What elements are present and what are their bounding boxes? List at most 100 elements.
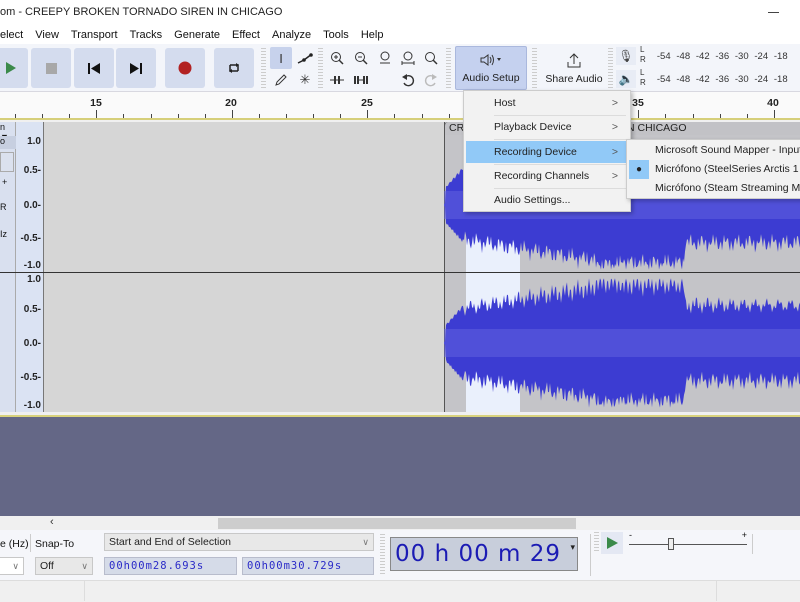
scale-label: 0.5- bbox=[23, 165, 41, 176]
fit-project-button[interactable] bbox=[397, 47, 419, 69]
fit-selection-button[interactable] bbox=[374, 47, 396, 69]
empty-track-area[interactable] bbox=[0, 415, 800, 516]
device-option[interactable]: Microsoft Sound Mapper - Input bbox=[627, 141, 800, 160]
menu-tracks[interactable]: Tracks bbox=[124, 26, 169, 44]
menu-bar: elect View Transport Tracks Generate Eff… bbox=[0, 26, 800, 44]
snap-to-label: Snap-To bbox=[35, 538, 75, 550]
minimize-icon[interactable] bbox=[768, 6, 782, 16]
playback-meter[interactable]: 🔈 LR -54 -48 -42 -36 -30 -24 -18 bbox=[614, 68, 800, 90]
divider bbox=[30, 534, 31, 552]
redo-button[interactable] bbox=[420, 69, 442, 91]
redo-icon bbox=[424, 74, 437, 87]
stop-button[interactable] bbox=[31, 48, 71, 88]
track-control-panel[interactable]: n ▼ o + R Iz bbox=[0, 122, 16, 412]
selection-end-time[interactable]: 00h00m30.729s bbox=[242, 557, 374, 575]
scroll-left-icon[interactable]: ‹ bbox=[50, 516, 54, 528]
sample-rate-label: Iz bbox=[0, 229, 8, 239]
draw-tool[interactable] bbox=[270, 69, 292, 91]
vertical-scale[interactable]: 1.0 0.5- 0.0- -0.5- -1.0 1.0 0.5- 0.0- -… bbox=[16, 122, 44, 412]
solo-button[interactable] bbox=[0, 152, 14, 172]
meter-scale: -54 -48 -42 -36 -30 -24 -18 bbox=[654, 51, 791, 62]
ruler-tick bbox=[421, 114, 423, 118]
pencil-icon bbox=[275, 74, 287, 86]
pan-slider[interactable]: R bbox=[0, 202, 7, 212]
chevron-right-icon: > bbox=[611, 146, 618, 158]
trim-audio-button[interactable] bbox=[326, 69, 348, 91]
chevron-down-icon: ∨ bbox=[12, 561, 19, 571]
menu-select[interactable]: elect bbox=[0, 26, 29, 44]
menu-transport[interactable]: Transport bbox=[65, 26, 124, 44]
slider-max-label: + bbox=[741, 530, 747, 540]
slider-thumb[interactable] bbox=[668, 538, 675, 550]
selection-start-time[interactable]: 00h00m28.693s bbox=[104, 557, 237, 575]
track-menu-button[interactable]: n ▼ bbox=[0, 122, 16, 142]
time-format-dropdown-icon[interactable]: ▾ bbox=[570, 532, 576, 564]
menu-tools[interactable]: Tools bbox=[317, 26, 355, 44]
ruler-tick bbox=[123, 114, 125, 118]
loop-button[interactable] bbox=[214, 48, 254, 88]
ruler-tick bbox=[231, 110, 233, 118]
gain-slider[interactable]: + bbox=[2, 177, 7, 187]
snap-to-select[interactable]: Off ∨ bbox=[35, 557, 93, 575]
device-label: Microsoft Sound Mapper - Input bbox=[655, 144, 800, 156]
play-at-speed-button[interactable] bbox=[601, 532, 623, 554]
zoom-in-icon bbox=[331, 52, 344, 65]
audio-setup-label: Audio Setup bbox=[462, 72, 520, 84]
toolbar-grip[interactable] bbox=[608, 48, 613, 88]
menu-item-audio-settings[interactable]: Audio Settings... bbox=[466, 189, 628, 211]
skip-to-end-button[interactable] bbox=[116, 48, 156, 88]
menu-item-host[interactable]: Host > bbox=[466, 92, 628, 114]
selection-mode-select[interactable]: Start and End of Selection ∨ bbox=[104, 533, 374, 551]
record-button[interactable] bbox=[165, 48, 205, 88]
menu-item-playback-device[interactable]: Playback Device > bbox=[466, 116, 628, 138]
timeline-ruler[interactable]: 15 20 25 35 40 bbox=[0, 92, 800, 120]
speaker-icon[interactable]: 🔈 bbox=[616, 70, 636, 88]
divider bbox=[590, 534, 591, 576]
menu-analyze[interactable]: Analyze bbox=[266, 26, 317, 44]
share-audio-button[interactable]: Share Audio bbox=[538, 46, 610, 90]
menu-item-recording-device[interactable]: Recording Device > bbox=[466, 141, 628, 163]
menu-item-label: Recording Device bbox=[494, 146, 577, 158]
scrollbar-thumb[interactable] bbox=[218, 518, 576, 529]
silence-audio-button[interactable] bbox=[350, 69, 372, 91]
audio-setup-button[interactable]: Audio Setup bbox=[455, 46, 527, 90]
time-display[interactable]: 00 h 00 m 29 s▾ bbox=[390, 537, 578, 599]
menu-item-label: Audio Settings... bbox=[494, 194, 571, 206]
skip-to-start-button[interactable] bbox=[74, 48, 114, 88]
device-option[interactable]: Micrófono (Steam Streaming Mic bbox=[627, 179, 800, 198]
menu-item-recording-channels[interactable]: Recording Channels > bbox=[466, 165, 628, 187]
scale-label: 1.0 bbox=[27, 274, 41, 285]
menu-help[interactable]: Help bbox=[355, 26, 390, 44]
ruler-tick bbox=[665, 114, 667, 118]
zoom-out-button[interactable] bbox=[350, 47, 372, 69]
toolbar-grip[interactable] bbox=[446, 48, 451, 88]
undo-button[interactable] bbox=[397, 69, 419, 91]
menu-effect[interactable]: Effect bbox=[226, 26, 266, 44]
meter-tick: -42 bbox=[695, 51, 710, 62]
multi-tool[interactable]: ✳ bbox=[294, 69, 316, 91]
mute-button[interactable]: o bbox=[0, 136, 16, 149]
recording-device-submenu: Microsoft Sound Mapper - Input ● Micrófo… bbox=[626, 139, 800, 199]
menu-generate[interactable]: Generate bbox=[168, 26, 226, 44]
playback-speed-slider[interactable]: - + bbox=[629, 530, 747, 552]
ruler-tick bbox=[96, 110, 98, 118]
project-rate-select[interactable]: ∨ bbox=[0, 557, 24, 575]
toolbar-grip[interactable] bbox=[318, 48, 323, 88]
zoom-in-button[interactable] bbox=[326, 47, 348, 69]
device-option-selected[interactable]: ● Micrófono (SteelSeries Arctis 1 bbox=[627, 160, 800, 179]
device-label: Micrófono (SteelSeries Arctis 1 bbox=[655, 163, 799, 175]
recording-meter[interactable]: 🎙 LR -54 -48 -42 -36 -30 -24 -18 bbox=[614, 45, 800, 67]
microphone-icon[interactable]: 🎙 bbox=[616, 47, 636, 65]
skip-start-icon bbox=[88, 63, 100, 74]
toolbar-grip[interactable] bbox=[594, 532, 599, 552]
ruler-label: 15 bbox=[90, 97, 102, 109]
horizontal-scrollbar[interactable]: ‹ bbox=[0, 516, 800, 530]
selection-tool[interactable]: I bbox=[270, 47, 292, 69]
toolbar-grip[interactable] bbox=[532, 48, 537, 88]
envelope-tool[interactable] bbox=[294, 47, 316, 69]
menu-view[interactable]: View bbox=[29, 26, 65, 44]
play-button[interactable] bbox=[0, 48, 28, 88]
zoom-toggle-button[interactable] bbox=[420, 47, 442, 69]
toolbar-grip[interactable] bbox=[380, 534, 385, 576]
toolbar-grip[interactable] bbox=[261, 48, 266, 88]
